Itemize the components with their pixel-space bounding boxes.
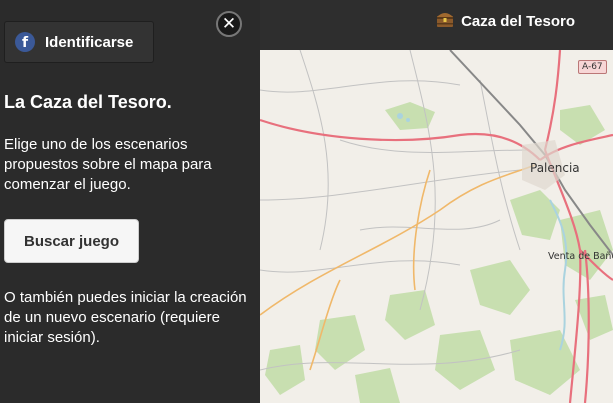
login-label: Identificarse [45,33,134,51]
panel-title: La Caza del Tesoro. [4,92,172,112]
intro-text: Elige uno de los escenarios propuestos s… [4,136,212,193]
create-scenario-text: O también puedes iniciar la creación de … [4,289,247,346]
treasure-chest-icon [437,12,454,27]
brand-title: Caza del Tesoro [461,13,575,30]
close-icon: ✕ [221,14,237,34]
town-label: Venta de Baño [548,251,613,262]
search-game-button[interactable]: Buscar juego [4,219,139,263]
top-bar: Caza del Tesoro [260,0,613,50]
road-shield-label: A-67 [578,60,607,74]
brand[interactable]: Caza del Tesoro [435,12,575,30]
facebook-login-button[interactable]: f Identificarse [4,21,154,63]
side-panel: f Identificarse ✕ La Caza del Tesoro. El… [0,0,260,403]
map-view[interactable]: A-67 Palencia Venta de Baño [260,50,613,403]
facebook-icon: f [15,32,35,52]
map-tiles [260,50,613,403]
city-label: Palencia [530,161,580,175]
close-panel-button[interactable]: ✕ [216,11,242,37]
